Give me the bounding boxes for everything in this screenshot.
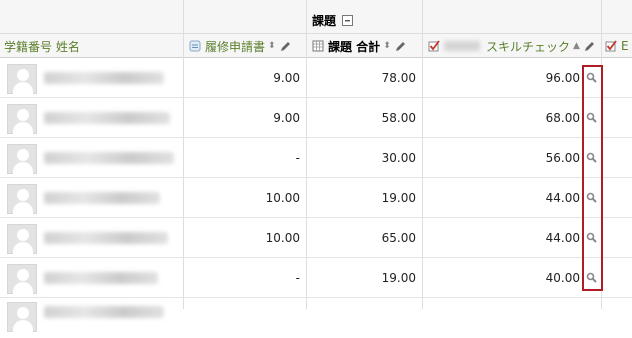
avatar[interactable] (7, 144, 37, 174)
sort-up-icon[interactable]: ▲ (573, 41, 580, 51)
grade-cell[interactable]: 44.00 (423, 178, 586, 218)
student-name-blurred[interactable] (44, 112, 170, 124)
grade-cell[interactable]: 19.00 (307, 178, 422, 218)
table-row-partial (0, 298, 632, 338)
blurred-header-text (444, 41, 480, 51)
student-name-blurred[interactable] (44, 72, 164, 84)
pencil-icon[interactable] (280, 41, 291, 52)
collapse-icon[interactable] (342, 14, 354, 26)
avatar[interactable] (7, 64, 37, 94)
grade-cell[interactable]: 30.00 (307, 138, 422, 178)
grade-cell[interactable]: 65.00 (307, 218, 422, 258)
avatar[interactable] (7, 264, 37, 294)
pencil-icon[interactable] (395, 41, 406, 52)
student-name-blurred[interactable] (44, 232, 168, 244)
col-a-header[interactable]: 履修申請書 (205, 38, 265, 55)
col-c-header[interactable]: スキルチェック (486, 38, 570, 55)
grade-cell[interactable]: 9.00 (184, 98, 306, 138)
grade-cell[interactable]: 10.00 (184, 178, 306, 218)
table-row: 10.00 65.00 44.00 (0, 218, 632, 258)
sort-icon[interactable]: ⬍ (383, 41, 391, 51)
checked-assignment-icon (428, 40, 440, 52)
avatar[interactable] (7, 184, 37, 214)
student-name-header[interactable]: 学籍番号 姓名 (4, 38, 80, 55)
grade-cell[interactable]: 68.00 (423, 98, 586, 138)
col-d-header[interactable]: E (621, 39, 629, 53)
sort-icon[interactable]: ⬍ (268, 41, 276, 51)
grade-cell[interactable]: 58.00 (307, 98, 422, 138)
grade-cell[interactable]: 96.00 (423, 58, 586, 98)
student-name-blurred[interactable] (44, 152, 174, 164)
table-row: - 30.00 56.00 (0, 138, 632, 178)
grade-cell[interactable]: 44.00 (423, 218, 586, 258)
grade-cell[interactable]: 78.00 (307, 58, 422, 98)
grade-cell[interactable]: 19.00 (307, 258, 422, 298)
grade-cell[interactable]: 9.00 (184, 58, 306, 98)
avatar[interactable] (7, 302, 37, 332)
highlight-box (582, 65, 603, 291)
document-icon (189, 40, 201, 52)
grade-cell[interactable]: 10.00 (184, 218, 306, 258)
category-header: 課題 (312, 12, 354, 28)
col-b-header[interactable]: 課題 合計 (328, 38, 380, 55)
table-row: 10.00 19.00 44.00 (0, 178, 632, 218)
pencil-icon[interactable] (584, 41, 595, 52)
gradebook-table: 課題 学籍番号 姓名 履修申請書 ⬍ 課題 合計 ⬍ スキルチェック ▲ E 9… (0, 0, 632, 332)
avatar[interactable] (7, 224, 37, 254)
grade-cell[interactable]: 40.00 (423, 258, 586, 298)
category-label: 課題 (312, 13, 337, 28)
grade-cell[interactable]: 56.00 (423, 138, 586, 178)
checked-assignment-icon (605, 40, 617, 52)
calculator-icon (312, 40, 324, 52)
avatar[interactable] (7, 104, 37, 134)
grade-cell[interactable]: - (184, 258, 306, 298)
table-row: 9.00 58.00 68.00 (0, 98, 632, 138)
student-name-blurred[interactable] (44, 306, 164, 318)
table-row: 9.00 78.00 96.00 (0, 58, 632, 98)
student-name-blurred[interactable] (44, 272, 158, 284)
grade-cell[interactable]: - (184, 138, 306, 178)
student-name-blurred[interactable] (44, 192, 160, 204)
table-row: - 19.00 40.00 (0, 258, 632, 298)
